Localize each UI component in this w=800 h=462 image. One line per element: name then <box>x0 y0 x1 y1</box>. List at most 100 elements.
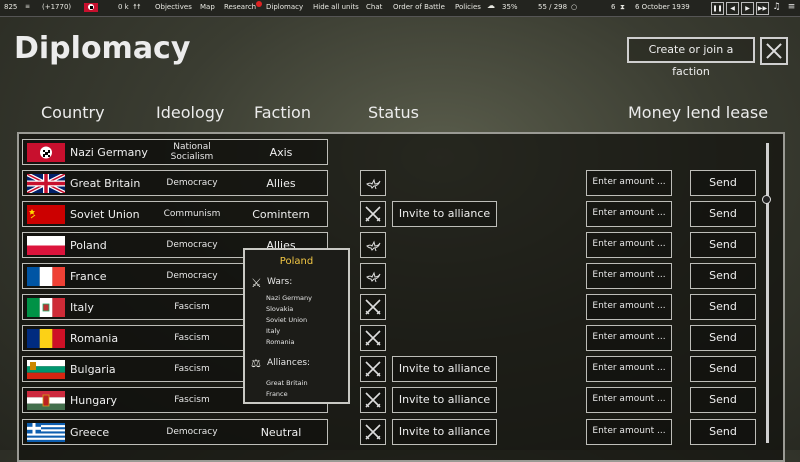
money-stack-icon: ≡ <box>25 3 31 10</box>
tooltip-war-item: Soviet Union <box>266 316 308 324</box>
amount-input[interactable]: Enter amount ... <box>586 387 672 413</box>
ideology: Democracy <box>166 271 218 281</box>
invite-to-alliance-button[interactable]: Invite to alliance <box>392 201 497 227</box>
status-peace-box[interactable] <box>360 263 386 289</box>
amount-input[interactable]: Enter amount ... <box>586 325 672 351</box>
country-cell[interactable]: Nazi Germany National Socialism Axis <box>22 139 328 165</box>
send-button[interactable]: Send <box>690 201 756 227</box>
send-button[interactable]: Send <box>690 170 756 196</box>
nav-map[interactable]: Map <box>200 3 215 11</box>
status-war-box[interactable] <box>360 294 386 320</box>
amount-input[interactable]: Enter amount ... <box>586 294 672 320</box>
col-faction: Faction <box>254 103 311 122</box>
country-name: Nazi Germany <box>70 146 148 159</box>
nav-objectives[interactable]: Objectives <box>155 3 192 11</box>
tooltip-flag <box>250 339 262 346</box>
country-flag <box>27 236 65 255</box>
country-cell[interactable]: Great Britain Democracy Allies <box>22 170 328 196</box>
ideology: Communism <box>163 209 221 219</box>
col-money-lend-lease: Money lend lease <box>628 103 769 122</box>
status-peace-box[interactable] <box>360 170 386 196</box>
status-war-box[interactable] <box>360 419 386 445</box>
nav-chat[interactable]: Chat <box>366 3 382 11</box>
country-flag <box>27 174 65 193</box>
close-button[interactable] <box>760 37 788 65</box>
tooltip-war-item: Italy <box>266 327 281 335</box>
amount-input[interactable]: Enter amount ... <box>586 170 672 196</box>
tooltip-alliances-label: Alliances: <box>267 358 311 368</box>
country-name: Bulgaria <box>70 363 116 376</box>
country-row: Soviet Union Communism Comintern Invite to … <box>0 201 800 229</box>
nav-order-of-battle[interactable]: Order of Battle <box>393 3 445 11</box>
nav-policies[interactable]: Policies <box>455 3 481 11</box>
nav-diplomacy[interactable]: Diplomacy <box>266 3 303 11</box>
ideology: Fascism <box>174 302 210 312</box>
invite-to-alliance-button[interactable]: Invite to alliance <box>392 356 497 382</box>
country-name: Great Britain <box>70 177 141 190</box>
country-cell[interactable]: Soviet Union Communism Comintern <box>22 201 328 227</box>
invite-to-alliance-button[interactable]: Invite to alliance <box>392 419 497 445</box>
country-tooltip: Poland ⚔ Wars: Nazi Germany Slovakia Sovie… <box>243 248 350 404</box>
country-flag <box>27 423 65 442</box>
col-status: Status <box>368 103 419 122</box>
pause-button[interactable]: ❚❚ <box>711 2 724 15</box>
send-button[interactable]: Send <box>690 387 756 413</box>
create-faction-button[interactable]: Create or join a faction <box>627 37 755 78</box>
fast-forward-button[interactable]: ▶▶ <box>756 2 769 15</box>
country-row: Romania Fascism Enter amount ... Send <box>0 325 800 353</box>
country-flag <box>27 267 65 286</box>
status-peace-box[interactable] <box>360 232 386 258</box>
amount-input[interactable]: Enter amount ... <box>586 419 672 445</box>
send-button[interactable]: Send <box>690 356 756 382</box>
ideology: Democracy <box>166 178 218 188</box>
status-war-box[interactable] <box>360 356 386 382</box>
send-button[interactable]: Send <box>690 232 756 258</box>
amount-input[interactable]: Enter amount ... <box>586 201 672 227</box>
tooltip-flag <box>250 306 262 313</box>
invite-to-alliance-button[interactable]: Invite to alliance <box>392 387 497 413</box>
send-button[interactable]: Send <box>690 419 756 445</box>
country-row: Bulgaria Fascism Invite to alliance Enter a… <box>0 356 800 384</box>
nav-research[interactable]: Research <box>224 3 256 11</box>
status-war-box[interactable] <box>360 387 386 413</box>
tooltip-flag <box>250 328 262 335</box>
tooltip-war-item: Romania <box>266 338 295 346</box>
step-back-icon[interactable]: ◀ <box>726 2 739 15</box>
country-row: Poland Democracy Allies Enter amount ... Sen… <box>0 232 800 260</box>
ideology: Fascism <box>174 364 210 374</box>
country-row: Italy Fascism Enter amount ... Send <box>0 294 800 322</box>
speed-value: 6 <box>611 3 616 11</box>
col-country: Country <box>41 103 105 122</box>
send-button[interactable]: Send <box>690 325 756 351</box>
country-flag <box>27 205 65 224</box>
country-name: Soviet Union <box>70 208 140 221</box>
ideology: Fascism <box>174 333 210 343</box>
player-flag-icon[interactable] <box>84 3 98 12</box>
country-cell[interactable]: Greece Democracy Neutral <box>22 419 328 445</box>
music-icon[interactable]: ♫ <box>771 2 782 13</box>
tooltip-flag <box>250 391 262 398</box>
weather-value: 35% <box>502 3 518 11</box>
tooltip-alliance-item: Great Britain <box>266 379 308 387</box>
tooltip-flag <box>250 317 262 324</box>
menu-icon[interactable]: ≡ <box>786 2 797 13</box>
country-row: Nazi Germany National Socialism Axis <box>0 139 800 167</box>
game-date: 6 October 1939 <box>635 3 690 11</box>
crossed-swords-icon: ⚔ <box>251 276 262 290</box>
amount-input[interactable]: Enter amount ... <box>586 356 672 382</box>
send-button[interactable]: Send <box>690 294 756 320</box>
country-flag <box>27 391 65 410</box>
nav-hide-units[interactable]: Hide all units <box>313 3 359 11</box>
status-war-box[interactable] <box>360 325 386 351</box>
division-count: 55 / 298 <box>538 3 568 11</box>
country-flag <box>27 360 65 379</box>
send-button[interactable]: Send <box>690 263 756 289</box>
faction: Allies <box>266 177 296 190</box>
amount-input[interactable]: Enter amount ... <box>586 263 672 289</box>
faction: Comintern <box>252 208 310 221</box>
country-row: Great Britain Democracy Allies Enter amount… <box>0 170 800 198</box>
amount-input[interactable]: Enter amount ... <box>586 232 672 258</box>
page-title: Diplomacy <box>14 31 191 66</box>
status-war-box[interactable] <box>360 201 386 227</box>
play-button[interactable]: ▶ <box>741 2 754 15</box>
